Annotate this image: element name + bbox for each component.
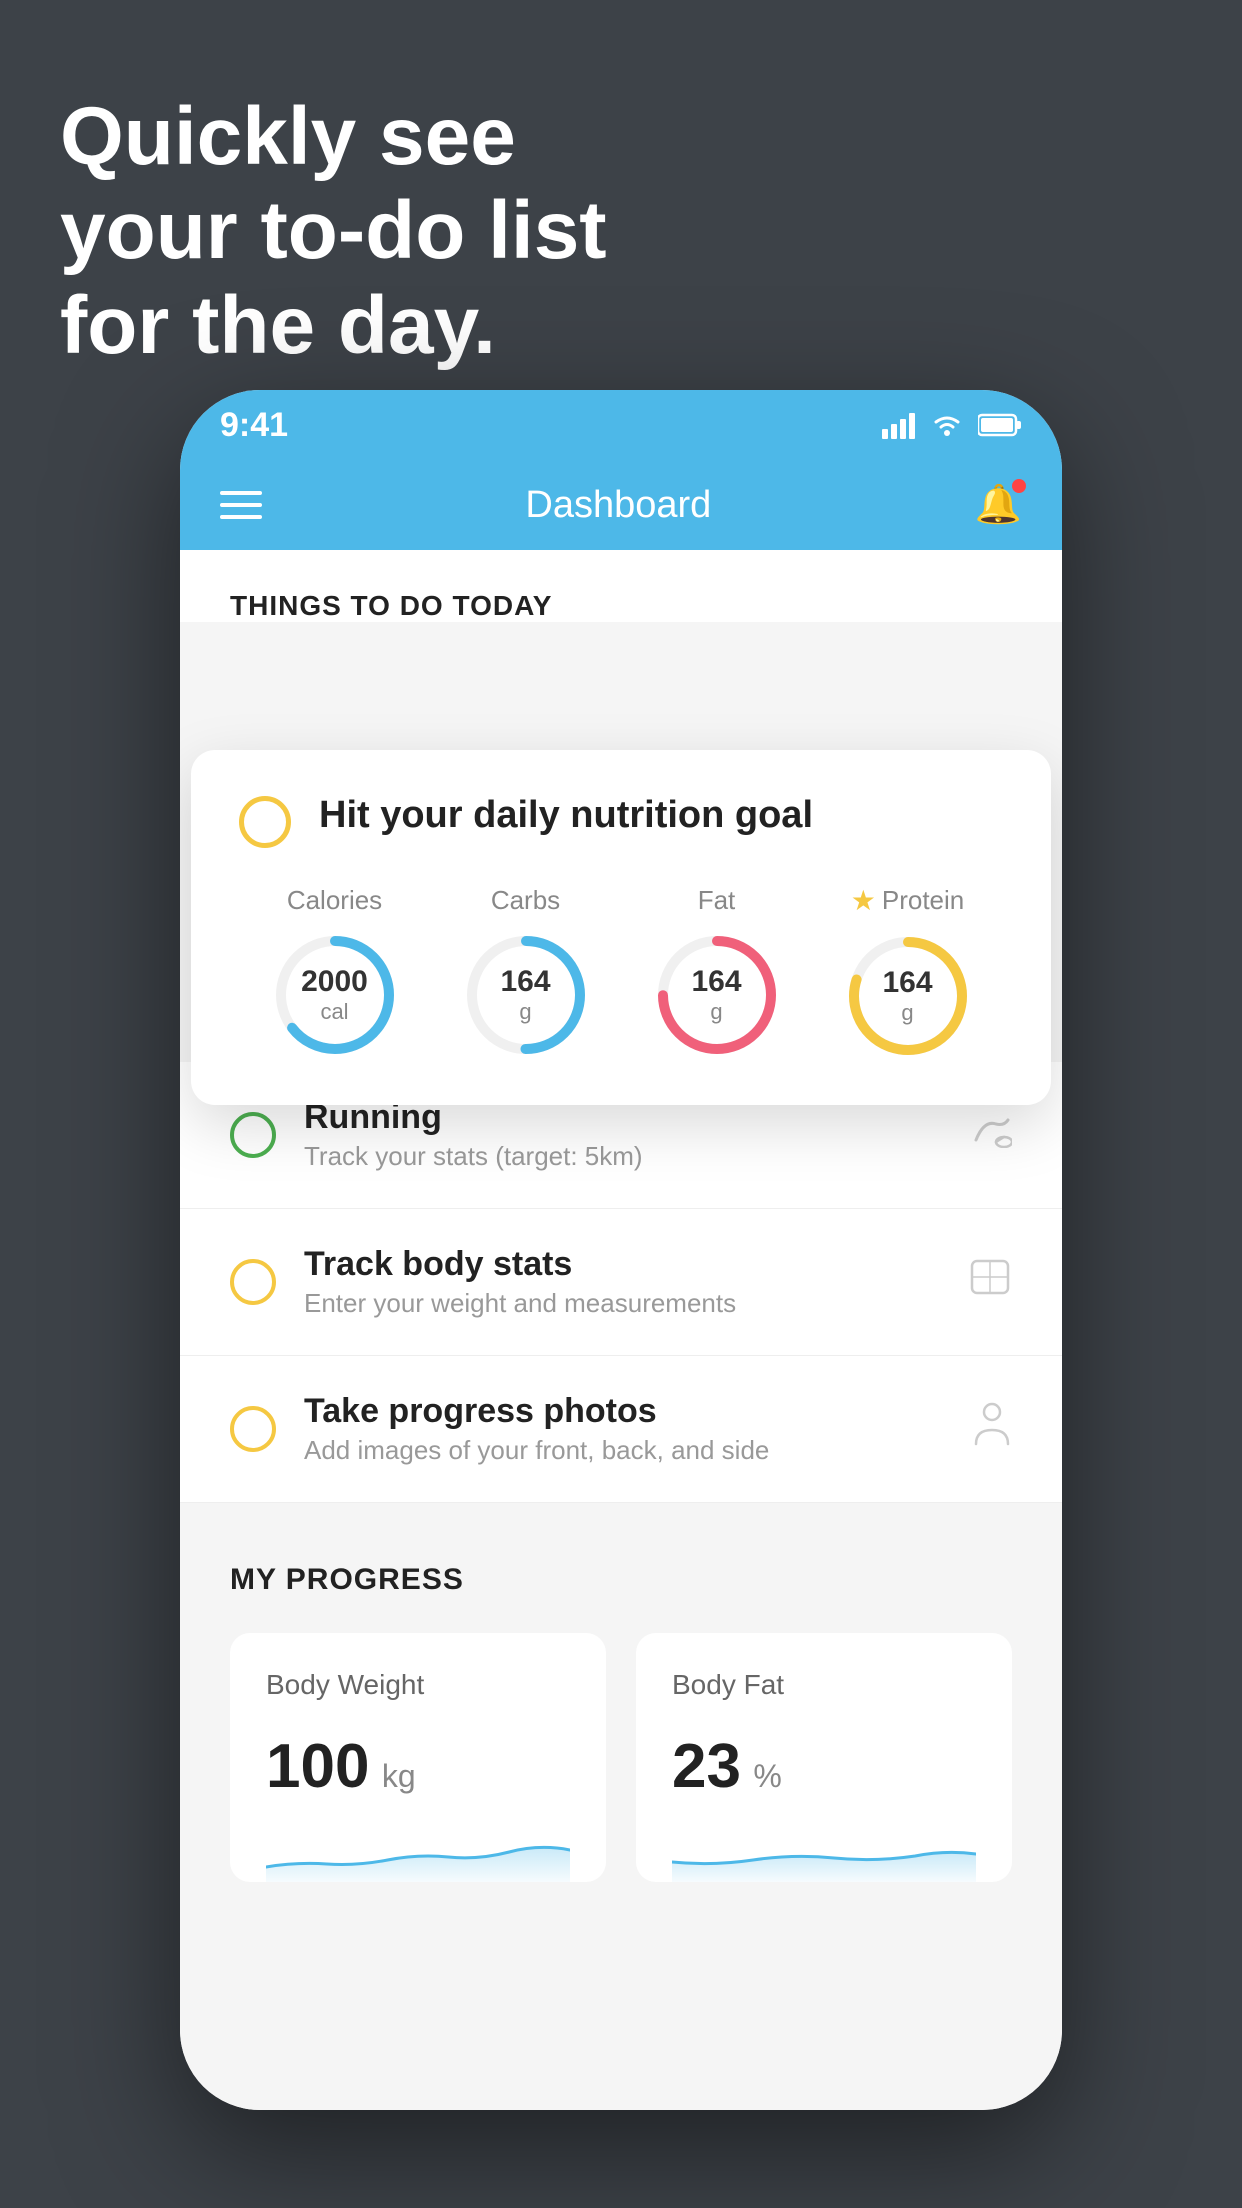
body-fat-value: 23 xyxy=(672,1732,741,1801)
calories-label: Calories xyxy=(287,885,382,916)
nav-title: Dashboard xyxy=(525,484,711,527)
content-area: THINGS TO DO TODAY Hit your daily nutrit… xyxy=(180,550,1062,2110)
body-weight-unit: kg xyxy=(382,1758,416,1794)
progress-title: MY PROGRESS xyxy=(230,1563,1012,1597)
nutrition-item-calories: Calories 2000 cal xyxy=(270,885,400,1060)
signal-icon xyxy=(882,411,916,439)
things-section-title: THINGS TO DO TODAY xyxy=(230,590,1012,622)
things-section: THINGS TO DO TODAY xyxy=(180,550,1062,622)
body-fat-unit: % xyxy=(753,1758,781,1794)
body-fat-label: Body Fat xyxy=(672,1669,976,1701)
body-fat-card: Body Fat 23 % xyxy=(636,1633,1012,1882)
hamburger-menu[interactable] xyxy=(220,491,262,519)
carbs-unit: g xyxy=(500,999,550,1025)
star-icon: ★ xyxy=(851,884,876,917)
hero-headline: Quickly see your to-do list for the day. xyxy=(60,90,607,373)
featured-todo-title: Hit your daily nutrition goal xyxy=(319,794,813,837)
nutrition-item-fat: Fat 164 g xyxy=(652,885,782,1060)
fat-label: Fat xyxy=(698,885,736,916)
carbs-label: Carbs xyxy=(491,885,560,916)
featured-todo-card: Hit your daily nutrition goal Calories 2… xyxy=(191,750,1051,1105)
body-fat-value-row: 23 % xyxy=(672,1731,976,1802)
protein-value: 164 xyxy=(882,966,932,1000)
featured-todo-indicator xyxy=(239,796,291,848)
photos-text: Take progress photos Add images of your … xyxy=(304,1392,944,1466)
calories-value: 2000 xyxy=(301,965,368,999)
progress-cards: Body Weight 100 kg xyxy=(230,1633,1012,1882)
protein-ring: 164 g xyxy=(843,931,973,1061)
photos-subtitle: Add images of your front, back, and side xyxy=(304,1435,944,1466)
fat-unit: g xyxy=(691,999,741,1025)
nutrition-grid: Calories 2000 cal Carbs xyxy=(239,884,1003,1061)
todo-list: Running Track your stats (target: 5km) T… xyxy=(180,1062,1062,1503)
photos-indicator xyxy=(230,1406,276,1452)
body-weight-sparkline xyxy=(266,1822,570,1882)
progress-section: MY PROGRESS Body Weight 100 kg xyxy=(180,1503,1062,1922)
nutrition-item-carbs: Carbs 164 g xyxy=(461,885,591,1060)
carbs-value: 164 xyxy=(500,965,550,999)
person-icon xyxy=(972,1402,1012,1456)
status-icons xyxy=(882,411,1022,439)
status-time: 9:41 xyxy=(220,406,288,445)
headline-line3: for the day. xyxy=(60,279,607,373)
bodystats-indicator xyxy=(230,1259,276,1305)
fat-ring: 164 g xyxy=(652,930,782,1060)
photos-title: Take progress photos xyxy=(304,1392,944,1431)
body-weight-value: 100 xyxy=(266,1732,369,1801)
wifi-icon xyxy=(930,411,964,439)
protein-label: Protein xyxy=(882,885,964,916)
bodystats-text: Track body stats Enter your weight and m… xyxy=(304,1245,940,1319)
todo-item-bodystats[interactable]: Track body stats Enter your weight and m… xyxy=(180,1209,1062,1356)
running-indicator xyxy=(230,1112,276,1158)
notification-bell[interactable]: 🔔 xyxy=(975,483,1022,527)
body-weight-value-row: 100 kg xyxy=(266,1731,570,1802)
headline-line2: your to-do list xyxy=(60,184,607,278)
battery-icon xyxy=(978,413,1022,437)
carbs-ring: 164 g xyxy=(461,930,591,1060)
nav-bar: Dashboard 🔔 xyxy=(180,460,1062,550)
headline-line1: Quickly see xyxy=(60,90,607,184)
protein-unit: g xyxy=(882,1000,932,1026)
bodystats-title: Track body stats xyxy=(304,1245,940,1284)
bodystats-subtitle: Enter your weight and measurements xyxy=(304,1288,940,1319)
running-icon xyxy=(968,1112,1012,1158)
status-bar: 9:41 xyxy=(180,390,1062,460)
running-subtitle: Track your stats (target: 5km) xyxy=(304,1141,940,1172)
todo-item-photos[interactable]: Take progress photos Add images of your … xyxy=(180,1356,1062,1503)
calories-unit: cal xyxy=(301,999,368,1025)
phone-mockup: 9:41 xyxy=(180,390,1062,2110)
body-fat-sparkline xyxy=(672,1822,976,1882)
calories-ring: 2000 cal xyxy=(270,930,400,1060)
fat-value: 164 xyxy=(691,965,741,999)
body-weight-card: Body Weight 100 kg xyxy=(230,1633,606,1882)
running-text: Running Track your stats (target: 5km) xyxy=(304,1098,940,1172)
protein-star-label: ★ Protein xyxy=(851,884,965,917)
body-weight-label: Body Weight xyxy=(266,1669,570,1701)
notification-dot xyxy=(1012,479,1026,493)
scale-icon xyxy=(968,1257,1012,1307)
featured-todo-item: Hit your daily nutrition goal xyxy=(239,794,1003,848)
nutrition-item-protein: ★ Protein 164 g xyxy=(843,884,973,1061)
